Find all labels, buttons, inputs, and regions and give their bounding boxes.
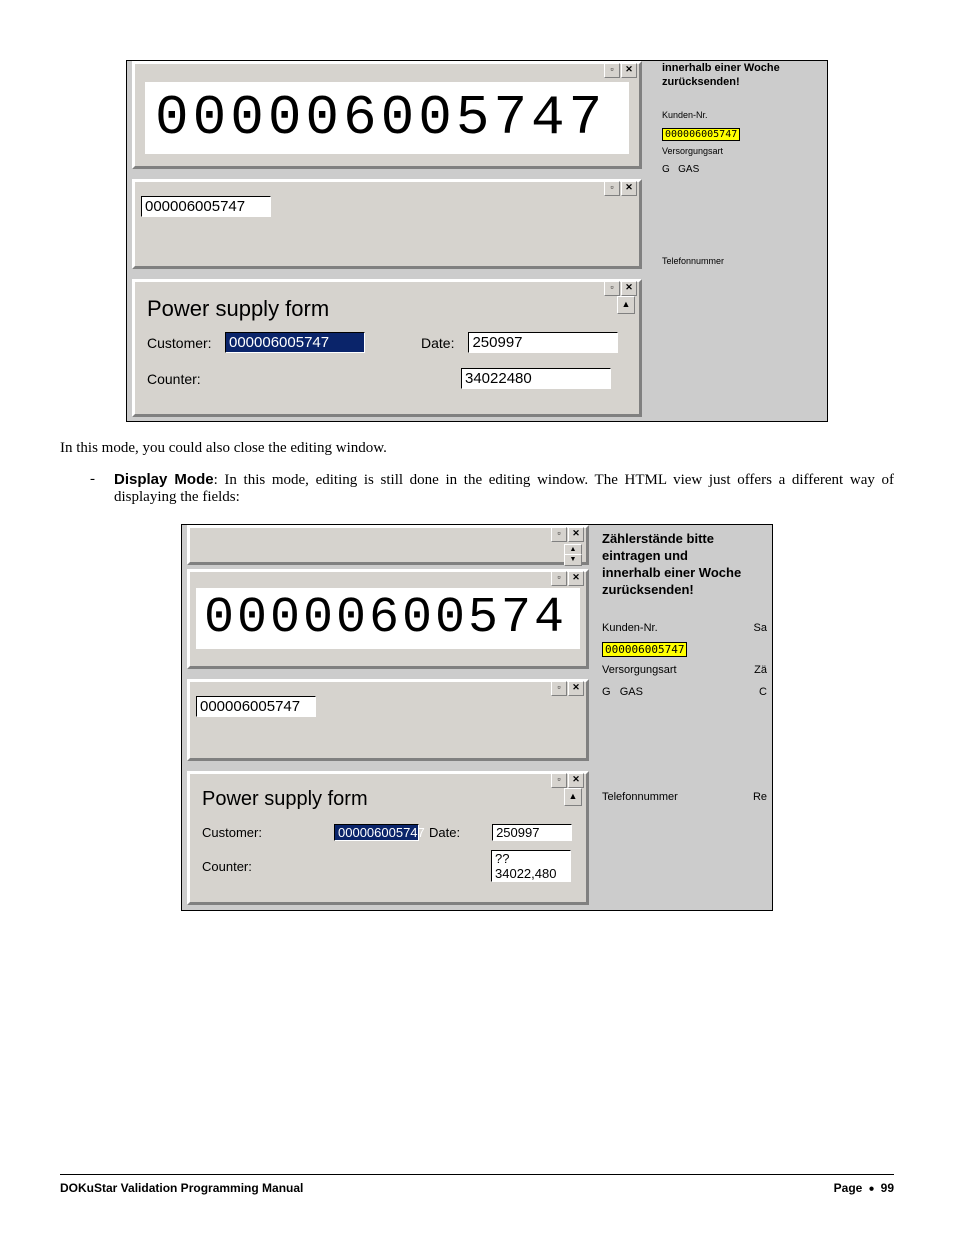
edit-input[interactable]: 000006005747 xyxy=(141,196,271,217)
figure-1: ▫ ✕ 000006005747 ▫ ✕ 000006005747 ▫ ✕ ▲ … xyxy=(126,60,828,422)
scroll-up-icon[interactable]: ▲ xyxy=(617,296,635,314)
close-icon[interactable]: ✕ xyxy=(621,63,637,78)
date-input[interactable]: 250997 xyxy=(492,824,572,841)
right-panel-2: Zählerstände bitte eintragen und innerha… xyxy=(602,531,767,804)
close-icon[interactable]: ✕ xyxy=(568,571,584,586)
kunden-right: Sa xyxy=(754,621,767,635)
form-pane-1: ▫ ✕ ▲ Power supply form Customer: 000006… xyxy=(132,279,642,417)
versorg-label: Versorgungsart xyxy=(602,663,677,677)
counter-label: Counter: xyxy=(147,371,217,387)
top-bar-pane: ▫ ✕ ▲ ▼ xyxy=(187,525,589,565)
ocr-image: 00000600574 xyxy=(196,588,580,649)
window-controls: ▫ ✕ xyxy=(551,571,584,586)
versorg-g: G xyxy=(602,686,611,698)
versorg-gas: GAS xyxy=(678,164,699,175)
window-controls: ▫ ✕ xyxy=(604,181,637,196)
right-header-line1: innerhalb einer Woche xyxy=(662,61,822,75)
edit-input[interactable]: 000006005747 xyxy=(196,696,316,717)
maximize-icon[interactable]: ▫ xyxy=(604,63,620,78)
tel-right: Re xyxy=(753,790,767,804)
form-title: Power supply form xyxy=(147,296,329,322)
edit-pane-2: ▫ ✕ 000006005747 xyxy=(187,679,589,761)
right-h2: eintragen und xyxy=(602,548,767,565)
versorg-g: G xyxy=(662,164,670,175)
bullet-bold: Display Mode xyxy=(114,471,214,488)
maximize-icon[interactable]: ▫ xyxy=(551,773,567,788)
right-h4: zurücksenden! xyxy=(602,582,767,599)
window-controls: ▫ ✕ xyxy=(604,281,637,296)
paragraph-1: In this mode, you could also close the e… xyxy=(60,440,894,457)
window-controls: ▫ ✕ xyxy=(551,681,584,696)
footer-page-number: 99 xyxy=(881,1181,894,1195)
ocr-pane-1: ▫ ✕ 000006005747 xyxy=(132,61,642,169)
footer-page-label: Page xyxy=(834,1181,863,1195)
date-label: Date: xyxy=(429,825,460,840)
ocr-large-text: 000006005747 xyxy=(145,82,629,154)
versorg-label: Versorgungsart xyxy=(662,146,822,158)
footer-left: DOKuStar Validation Programming Manual xyxy=(60,1181,303,1195)
page-footer: DOKuStar Validation Programming Manual P… xyxy=(60,1174,894,1195)
bullet-icon: ● xyxy=(866,1183,878,1194)
maximize-icon[interactable]: ▫ xyxy=(551,681,567,696)
right-h3: innerhalb einer Woche xyxy=(602,565,767,582)
kunden-value-highlight: 000006005747 xyxy=(662,128,740,141)
maximize-icon[interactable]: ▫ xyxy=(551,527,567,542)
maximize-icon[interactable]: ▫ xyxy=(604,181,620,196)
ocr-pane-2: ▫ ✕ 00000600574 xyxy=(187,569,589,669)
ocr-image: 000006005747 xyxy=(145,82,629,154)
date-input[interactable]: 250997 xyxy=(468,332,618,353)
right-h1: Zählerstände bitte xyxy=(602,531,767,548)
edit-pane-1: ▫ ✕ 000006005747 xyxy=(132,179,642,269)
close-icon[interactable]: ✕ xyxy=(568,773,584,788)
close-icon[interactable]: ✕ xyxy=(621,181,637,196)
maximize-icon[interactable]: ▫ xyxy=(551,571,567,586)
scroll-up-icon[interactable]: ▲ xyxy=(564,788,582,806)
versorg-gas: GAS xyxy=(620,686,643,698)
close-icon[interactable]: ✕ xyxy=(568,681,584,696)
kunden-label: Kunden-Nr. xyxy=(602,621,658,635)
window-controls: ▫ ✕ xyxy=(551,773,584,788)
kunden-value-highlight: 000006005747 xyxy=(602,642,687,657)
customer-label: Customer: xyxy=(147,335,217,351)
customer-label: Customer: xyxy=(202,825,262,840)
close-icon[interactable]: ✕ xyxy=(568,527,584,542)
counter-label: Counter: xyxy=(202,859,262,874)
ocr-large-text: 00000600574 xyxy=(196,588,580,649)
counter-input[interactable]: 34022480 xyxy=(461,368,611,389)
figure-2: ▫ ✕ ▲ ▼ ▫ ✕ 00000600574 ▫ ✕ 000006005747… xyxy=(181,524,773,911)
footer-right: Page ● 99 xyxy=(834,1181,894,1195)
tel-label: Telefonnummer xyxy=(602,790,678,804)
kunden-label: Kunden-Nr. xyxy=(662,110,822,122)
bullet-display-mode: Display Mode: In this mode, editing is s… xyxy=(84,471,894,506)
versorg-right: Zä xyxy=(754,663,767,677)
right-panel-1: innerhalb einer Woche zurücksenden! Kund… xyxy=(662,61,822,268)
scroll-down-icon[interactable]: ▼ xyxy=(564,554,582,566)
window-controls: ▫ ✕ xyxy=(551,527,584,542)
form-pane-2: ▫ ✕ ▲ Power supply form Customer: 000006… xyxy=(187,771,589,905)
close-icon[interactable]: ✕ xyxy=(621,281,637,296)
counter-input[interactable]: ??34022,480 xyxy=(491,850,571,882)
customer-input[interactable]: 000006005747 xyxy=(334,824,419,841)
right-header-line2: zurücksenden! xyxy=(662,75,822,89)
versorg-c: C xyxy=(759,685,767,699)
customer-input[interactable]: 000006005747 xyxy=(225,332,365,353)
date-label: Date: xyxy=(421,335,454,351)
bullet-rest: : In this mode, editing is still done in… xyxy=(114,472,894,505)
tel-label: Telefonnummer xyxy=(662,256,822,268)
maximize-icon[interactable]: ▫ xyxy=(604,281,620,296)
window-controls: ▫ ✕ xyxy=(604,63,637,78)
form-title: Power supply form xyxy=(202,788,368,811)
